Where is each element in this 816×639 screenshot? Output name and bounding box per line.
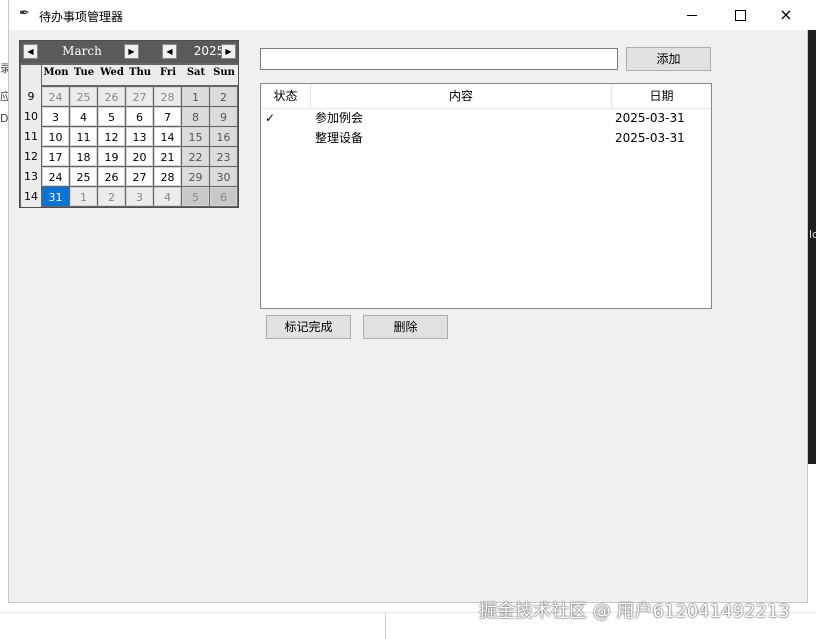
todo-table[interactable]: 状态 内容 日期 ✓ 参加例会 2025-03-31 整理设备 2025-03-31: [260, 83, 712, 309]
calendar-month: March: [62, 44, 102, 58]
calendar-day[interactable]: 1: [182, 87, 209, 106]
calendar-day[interactable]: 28: [154, 167, 181, 186]
column-header-date[interactable]: 日期: [612, 84, 711, 108]
calendar-day[interactable]: 11: [70, 127, 97, 146]
calendar-day[interactable]: 10: [42, 127, 69, 146]
calendar-day[interactable]: 12: [98, 127, 125, 146]
title-bar[interactable]: ✒ 待办事项管理器 ×: [9, 0, 809, 30]
calendar-day[interactable]: 1: [70, 187, 97, 206]
calendar-day[interactable]: 2: [210, 87, 237, 106]
weekday-label: Wed: [100, 67, 124, 78]
maximize-button[interactable]: [717, 0, 763, 30]
weekday-label: Fri: [160, 67, 176, 78]
week-number: 12: [24, 150, 38, 163]
left-arrow-icon: ◀: [166, 47, 173, 56]
date-cell: 2025-03-31: [615, 131, 685, 145]
weekday-label: Sat: [186, 67, 206, 78]
right-arrow-icon: ▶: [225, 47, 232, 56]
calendar-day[interactable]: 3: [42, 107, 69, 126]
week-number: 14: [24, 190, 38, 203]
week-number: 9: [27, 90, 35, 103]
calendar-day[interactable]: 28: [154, 87, 181, 106]
watermark: 掘金技术社区 @ 用户612041492213: [479, 601, 790, 622]
weekday-label: Mon: [43, 67, 69, 78]
calendar-day[interactable]: 6: [126, 107, 153, 126]
table-header: 状态 内容 日期: [261, 84, 711, 109]
calendar-day[interactable]: 31: [42, 187, 69, 206]
weekday-label: Thu: [129, 67, 151, 78]
calendar-day[interactable]: 17: [42, 147, 69, 166]
calendar-day[interactable]: 5: [182, 187, 209, 206]
prev-year-button[interactable]: ◀: [162, 44, 177, 59]
calendar-day[interactable]: 22: [182, 147, 209, 166]
calendar-day[interactable]: 3: [126, 187, 153, 206]
week-number: 10: [24, 110, 38, 123]
calendar-day[interactable]: 16: [210, 127, 237, 146]
calendar-day[interactable]: 2: [98, 187, 125, 206]
calendar-day[interactable]: 4: [154, 187, 181, 206]
right-arrow-icon: ▶: [128, 47, 135, 56]
close-button[interactable]: ×: [763, 0, 809, 30]
calendar-day[interactable]: 25: [70, 167, 97, 186]
background-text-fragment: lo: [809, 228, 816, 241]
content-cell: 整理设备: [315, 131, 364, 145]
window-title: 待办事项管理器: [39, 10, 124, 24]
prev-month-button[interactable]: ◀: [23, 44, 38, 59]
calendar-day[interactable]: 30: [210, 167, 237, 186]
background-divider: [385, 612, 386, 639]
background-dark-window: [808, 30, 816, 464]
weekday-label: Tue: [73, 67, 95, 78]
left-arrow-icon: ◀: [27, 47, 34, 56]
calendar-day[interactable]: 13: [126, 127, 153, 146]
calendar-day[interactable]: 8: [182, 107, 209, 126]
calendar-day[interactable]: 24: [42, 87, 69, 106]
minimize-button[interactable]: [669, 0, 715, 30]
calendar-day[interactable]: 15: [182, 127, 209, 146]
calendar-day[interactable]: 4: [70, 107, 97, 126]
column-header-status[interactable]: 状态: [261, 84, 310, 108]
calendar-day[interactable]: 23: [210, 147, 237, 166]
calendar-day[interactable]: 29: [182, 167, 209, 186]
week-number: 11: [24, 130, 38, 143]
weekday-label: Sun: [213, 67, 235, 78]
todo-input[interactable]: [260, 48, 618, 70]
mark-done-button[interactable]: 标记完成: [266, 315, 351, 339]
calendar-day[interactable]: 9: [210, 107, 237, 126]
calendar-day[interactable]: 27: [126, 87, 153, 106]
calendar-day[interactable]: 21: [154, 147, 181, 166]
close-icon: ×: [779, 5, 793, 24]
status-cell: ✓: [265, 111, 276, 125]
date-cell: 2025-03-31: [615, 111, 685, 125]
calendar-day[interactable]: 14: [154, 127, 181, 146]
calendar-day[interactable]: 5: [98, 107, 125, 126]
add-button[interactable]: 添加: [626, 47, 711, 71]
calendar: ◀ March ▶ ◀ 2025 ▶ Mon Tue Wed Thu Fri Sat Sun…: [19, 40, 239, 208]
feather-icon: ✒: [19, 6, 30, 21]
delete-button[interactable]: 删除: [363, 315, 448, 339]
week-number: 13: [24, 170, 38, 183]
calendar-day[interactable]: 26: [98, 167, 125, 186]
column-header-content[interactable]: 内容: [311, 84, 611, 108]
calendar-header: ◀ March ▶ ◀ 2025 ▶: [20, 41, 238, 63]
next-month-button[interactable]: ▶: [124, 44, 139, 59]
minimize-icon: [687, 14, 697, 16]
calendar-day[interactable]: 27: [126, 167, 153, 186]
calendar-day[interactable]: 19: [98, 147, 125, 166]
calendar-day[interactable]: 18: [70, 147, 97, 166]
screen: lo 录 应 D ✒ 待办事项管理器 × ◀ March ▶ ◀ 2025 ▶ …: [0, 0, 816, 639]
calendar-day[interactable]: 24: [42, 167, 69, 186]
calendar-day[interactable]: 25: [70, 87, 97, 106]
calendar-day[interactable]: 7: [154, 107, 181, 126]
calendar-day[interactable]: 6: [210, 187, 237, 206]
calendar-day[interactable]: 26: [98, 87, 125, 106]
app-window: ✒ 待办事项管理器 × ◀ March ▶ ◀ 2025 ▶ Mon Tue W…: [8, 0, 809, 603]
calendar-day[interactable]: 20: [126, 147, 153, 166]
maximize-icon: [734, 9, 746, 21]
next-year-button[interactable]: ▶: [221, 44, 236, 59]
content-cell: 参加例会: [315, 111, 364, 125]
